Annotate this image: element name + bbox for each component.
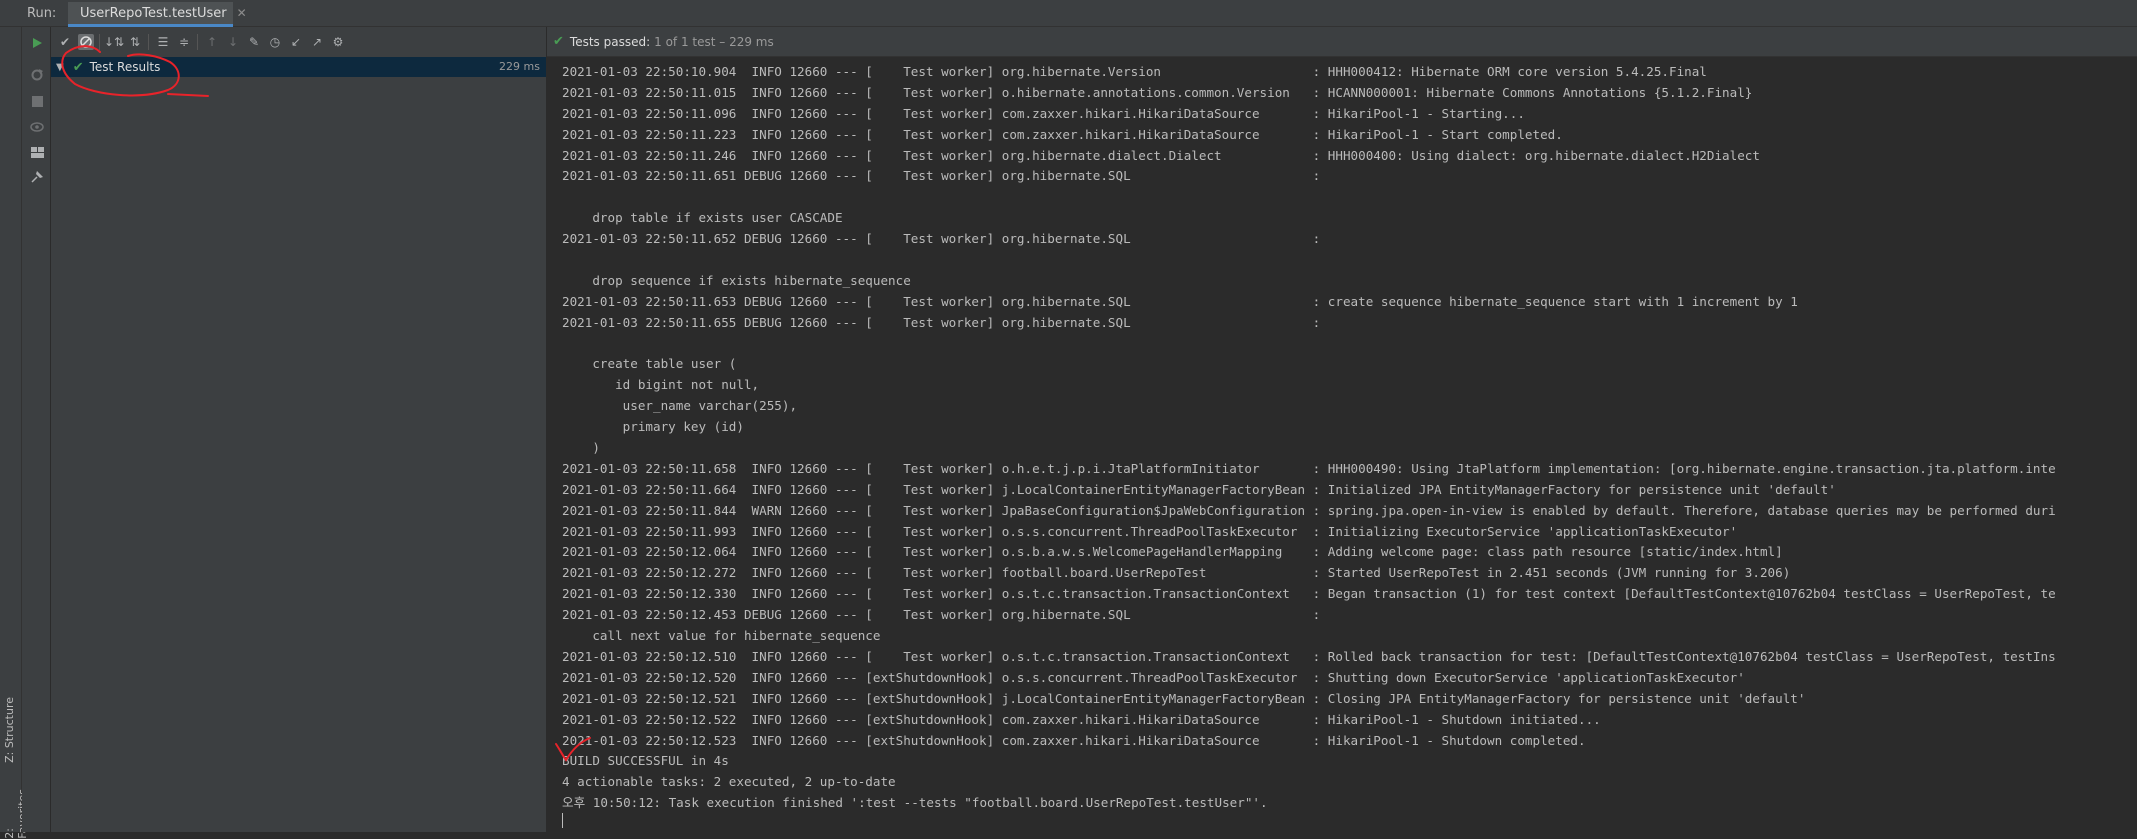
- close-tab-icon[interactable]: ✕: [237, 6, 247, 20]
- tests-passed-count: 1 of 1 test – 229 ms: [654, 34, 774, 49]
- run-label: Run:: [27, 6, 57, 21]
- console-line: 2021-01-03 22:50:11.844 WARN 12660 --- […: [562, 502, 2056, 518]
- console-line: primary key (id): [562, 419, 744, 435]
- left-tool-strip: Z: Structure 2: Favorites: [0, 27, 29, 839]
- console-line: call next value for hibernate_sequence: [562, 628, 881, 644]
- passed-check-icon: ✔: [553, 34, 564, 49]
- test-history-icon[interactable]: ◷: [267, 34, 283, 50]
- run-tab-title: UserRepoTest.testUser: [80, 5, 227, 21]
- console-line: 2021-01-03 22:50:12.330 INFO 12660 --- […: [562, 586, 2056, 602]
- text-caret: [562, 813, 563, 828]
- test-tree-panel: ✔ ↓⇅ ⇅ ☰ ≑ ↑ ↓ ✎ ◷ ↙ ↗ ⚙ ▼ ✔ Test Result…: [51, 27, 547, 832]
- console-line: id bigint not null,: [562, 377, 760, 393]
- chevron-down-icon[interactable]: ▼: [56, 62, 64, 73]
- export-results-icon[interactable]: ↗: [309, 34, 325, 50]
- console-line: 2021-01-03 22:50:12.522 INFO 12660 --- […: [562, 711, 1601, 727]
- import-tests-icon[interactable]: ✎: [246, 34, 262, 50]
- run-tab[interactable]: UserRepoTest.testUser ✕: [68, 2, 247, 27]
- console-line: 2021-01-03 22:50:11.015 INFO 12660 --- […: [562, 84, 1753, 100]
- console-line: 2021-01-03 22:50:12.510 INFO 12660 --- […: [562, 648, 2056, 664]
- run-icon[interactable]: [29, 35, 45, 51]
- eye-icon[interactable]: [29, 119, 45, 135]
- settings-gear-icon[interactable]: ⚙: [330, 34, 346, 50]
- stop-icon[interactable]: [29, 93, 45, 109]
- console-line: 2021-01-03 22:50:11.651 DEBUG 12660 --- …: [562, 168, 1328, 184]
- run-actions-column: [22, 27, 51, 832]
- run-toolwindow-header: Run: UserRepoTest.testUser ✕: [0, 0, 2137, 27]
- console-line: 2021-01-03 22:50:11.658 INFO 12660 --- […: [562, 460, 2056, 476]
- next-failed-icon[interactable]: ↓: [225, 34, 241, 50]
- structure-tool-button[interactable]: Z: Structure: [3, 697, 16, 763]
- rerun-failed-icon[interactable]: [29, 67, 45, 83]
- test-tree-toolbar: ✔ ↓⇅ ⇅ ☰ ≑ ↑ ↓ ✎ ◷ ↙ ↗ ⚙: [51, 27, 546, 57]
- collapse-all-icon[interactable]: ≑: [176, 34, 192, 50]
- console-line: 오후 10:50:12: Task execution finished ':t…: [562, 795, 1268, 811]
- test-results-duration: 229 ms: [499, 60, 540, 73]
- console-line: 2021-01-03 22:50:12.453 DEBUG 12660 --- …: [562, 607, 1328, 623]
- console-line: 2021-01-03 22:50:11.652 DEBUG 12660 --- …: [562, 231, 1328, 247]
- console-line: 2021-01-03 22:50:11.096 INFO 12660 --- […: [562, 105, 1525, 121]
- sort-by-duration-icon[interactable]: ⇅: [127, 34, 143, 50]
- test-results-node[interactable]: ▼ ✔ Test Results 229 ms: [51, 57, 546, 77]
- toolbar-separator: [197, 34, 198, 50]
- console-line: user_name varchar(255),: [562, 398, 798, 414]
- tests-passed-label: Tests passed:: [569, 34, 651, 49]
- console-line: 2021-01-03 22:50:12.521 INFO 12660 --- […: [562, 690, 1806, 706]
- console-line: 2021-01-03 22:50:11.223 INFO 12660 --- […: [562, 126, 1563, 142]
- console-line: BUILD SUCCESSFUL in 4s: [562, 753, 729, 769]
- console-panel: ✔ Tests passed: 1 of 1 test – 229 ms 202…: [547, 27, 2137, 832]
- console-line: drop table if exists user CASCADE: [562, 210, 851, 226]
- passed-check-icon: ✔: [72, 59, 84, 75]
- console-output[interactable]: 2021-01-03 22:50:10.904 INFO 12660 --- […: [562, 62, 2137, 814]
- sort-alphabetically-icon[interactable]: ↓⇅: [104, 34, 124, 50]
- console-line: 2021-01-03 22:50:12.064 INFO 12660 --- […: [562, 544, 1783, 560]
- show-ignored-icon[interactable]: [78, 34, 94, 50]
- console-line: drop sequence if exists hibernate_sequen…: [562, 272, 911, 288]
- console-line: create table user (: [562, 356, 737, 372]
- console-line: 2021-01-03 22:50:12.523 INFO 12660 --- […: [562, 732, 1586, 748]
- toolbar-separator: [148, 34, 149, 50]
- layout-icon[interactable]: [29, 144, 45, 160]
- console-line: 4 actionable tasks: 2 executed, 2 up-to-…: [562, 774, 896, 790]
- test-status-bar: ✔ Tests passed: 1 of 1 test – 229 ms: [547, 27, 2137, 57]
- console-line: 2021-01-03 22:50:12.272 INFO 12660 --- […: [562, 565, 1791, 581]
- console-line: 2021-01-03 22:50:11.246 INFO 12660 --- […: [562, 147, 1760, 163]
- console-line: ): [562, 440, 600, 456]
- console-line: 2021-01-03 22:50:12.520 INFO 12660 --- […: [562, 669, 1745, 685]
- console-line: 2021-01-03 22:50:10.904 INFO 12660 --- […: [562, 64, 1707, 79]
- console-line: 2021-01-03 22:50:11.655 DEBUG 12660 --- …: [562, 314, 1328, 330]
- pin-icon[interactable]: [29, 169, 45, 185]
- console-line: 2021-01-03 22:50:11.993 INFO 12660 --- […: [562, 523, 1738, 539]
- toolbar-separator: [99, 34, 100, 50]
- import-results-icon[interactable]: ↙: [288, 34, 304, 50]
- console-line: 2021-01-03 22:50:11.664 INFO 12660 --- […: [562, 481, 1836, 497]
- expand-all-icon[interactable]: ☰: [155, 34, 171, 50]
- show-passed-icon[interactable]: ✔: [57, 34, 73, 50]
- previous-failed-icon[interactable]: ↑: [204, 34, 220, 50]
- test-results-label: Test Results: [89, 60, 161, 74]
- console-line: 2021-01-03 22:50:11.653 DEBUG 12660 --- …: [562, 293, 1798, 309]
